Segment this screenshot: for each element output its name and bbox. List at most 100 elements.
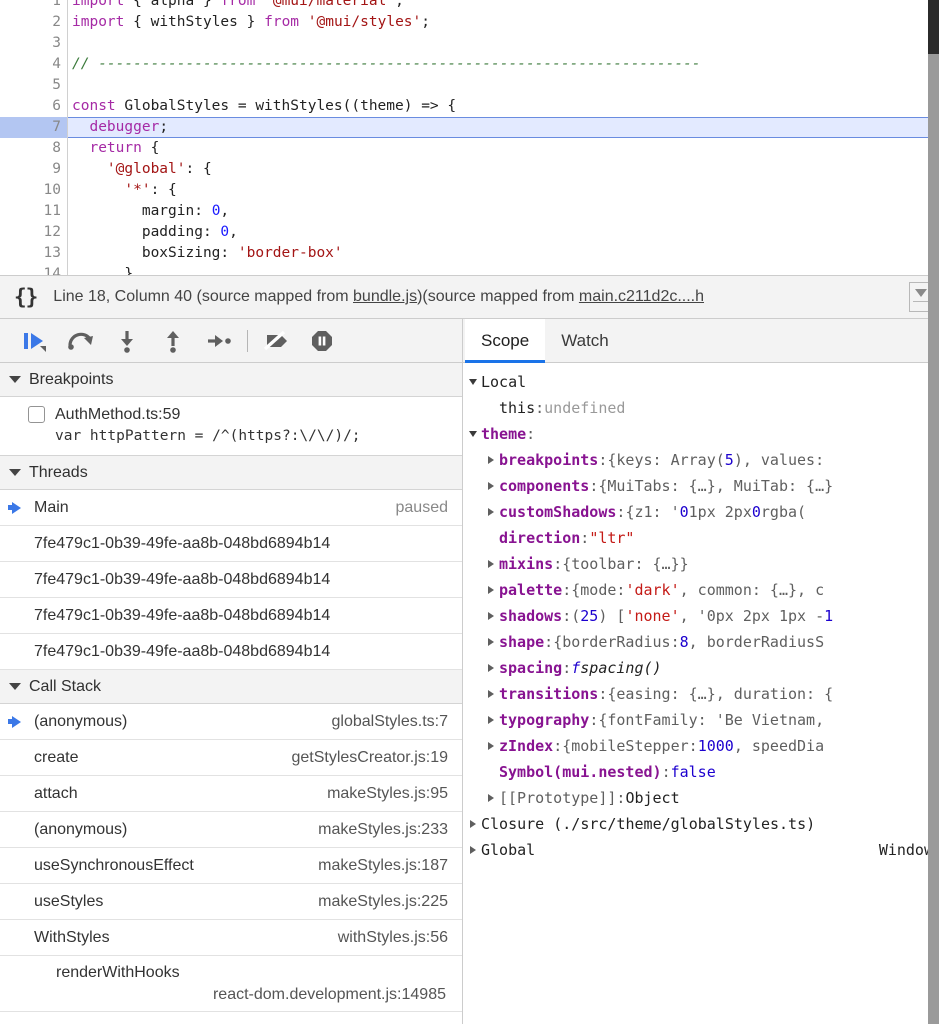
code-text[interactable]: import { alpha } from '@mui/material'; [68, 0, 928, 12]
step-button[interactable] [196, 321, 242, 361]
code-text[interactable]: const GlobalStyles = withStyles((theme) … [68, 96, 928, 117]
step-out-button[interactable] [150, 321, 196, 361]
scope-expand-toggle[interactable] [483, 456, 499, 464]
scope-expand-toggle[interactable] [483, 690, 499, 698]
line-number[interactable]: 13 [0, 243, 68, 264]
scope-expand-toggle[interactable] [483, 586, 499, 594]
line-number[interactable]: 11 [0, 201, 68, 222]
code-line[interactable]: 2 import { withStyles } from '@mui/styles… [0, 12, 928, 33]
code-line[interactable]: 4// ------------------------------------… [0, 54, 928, 75]
code-line[interactable]: 14 } [0, 264, 928, 275]
line-number[interactable]: 12 [0, 222, 68, 243]
scope-tree-row[interactable]: this: undefined [463, 395, 939, 421]
code-line[interactable]: 10 '*': { [0, 180, 928, 201]
tab-scope[interactable]: Scope [465, 319, 546, 363]
tab-watch[interactable]: Watch [545, 319, 625, 362]
thread-row[interactable]: 7fe479c1-0b39-49fe-aa8b-048bd6894b14 [0, 598, 462, 634]
scope-tree-row[interactable]: Symbol(mui.nested): false [463, 759, 939, 785]
scope-tree-row[interactable]: shadows: (25) ['none', '0px 2px 1px -1 [463, 603, 939, 629]
breakpoint-item[interactable]: AuthMethod.ts:59 var httpPattern = /^(ht… [0, 397, 462, 456]
thread-row[interactable]: 7fe479c1-0b39-49fe-aa8b-048bd6894b14 [0, 526, 462, 562]
code-line[interactable]: 7 debugger; [0, 117, 928, 138]
code-line[interactable]: 13 boxSizing: 'border-box' [0, 243, 928, 264]
line-number[interactable]: 2 [0, 12, 68, 33]
line-number[interactable]: 6 [0, 96, 68, 117]
scope-tree-row[interactable]: shape: {borderRadius: 8, borderRadiusS [463, 629, 939, 655]
scope-expand-toggle[interactable] [465, 846, 481, 854]
scope-tree-row[interactable]: zIndex: {mobileStepper: 1000, speedDia [463, 733, 939, 759]
scope-collapse-toggle[interactable] [465, 431, 481, 437]
code-scroll-area[interactable]: 1 import { alpha } from '@mui/material'; 2… [0, 0, 928, 275]
line-number[interactable]: 5 [0, 75, 68, 96]
line-number[interactable]: 3 [0, 33, 68, 54]
code-line[interactable]: 9 '@global': { [0, 159, 928, 180]
callstack-frame[interactable]: (anonymous) globalStyles.ts:7 [0, 704, 462, 740]
scope-tree-row[interactable]: Closure (./src/theme/globalStyles.ts) [463, 811, 939, 837]
breakpoints-section-header[interactable]: Breakpoints [0, 363, 462, 397]
callstack-frame[interactable]: create getStylesCreator.js:19 [0, 740, 462, 776]
code-text[interactable]: margin: 0, [68, 201, 928, 222]
callstack-frame[interactable]: useStyles makeStyles.js:225 [0, 884, 462, 920]
callstack-frame[interactable]: (anonymous) makeStyles.js:233 [0, 812, 462, 848]
code-line[interactable]: 8 return { [0, 138, 928, 159]
scope-expand-toggle[interactable] [483, 508, 499, 516]
line-number[interactable]: 8 [0, 138, 68, 159]
pretty-print-icon[interactable]: {} [14, 285, 38, 309]
scope-tree-row[interactable]: theme: [463, 421, 939, 447]
code-editor[interactable]: 1 import { alpha } from '@mui/material'; 2… [0, 0, 939, 275]
scope-tree-row[interactable]: palette: {mode: 'dark', common: {…}, c [463, 577, 939, 603]
code-text[interactable]: import { withStyles } from '@mui/styles'… [68, 12, 928, 33]
scope-expand-toggle[interactable] [483, 482, 499, 490]
scope-expand-toggle[interactable] [483, 664, 499, 672]
thread-row[interactable]: Main paused [0, 490, 462, 526]
code-text[interactable]: debugger; [68, 117, 928, 138]
scope-tree-row[interactable]: transitions: {easing: {…}, duration: { [463, 681, 939, 707]
thread-row[interactable]: 7fe479c1-0b39-49fe-aa8b-048bd6894b14 [0, 562, 462, 598]
pause-on-exceptions-button[interactable] [299, 321, 345, 361]
line-number[interactable]: 14 [0, 264, 68, 275]
callstack-section-header[interactable]: Call Stack [0, 670, 462, 704]
page-scrollbar[interactable] [928, 0, 939, 1024]
code-line[interactable]: 5 [0, 75, 928, 96]
scope-expand-toggle[interactable] [483, 794, 499, 802]
line-number[interactable]: 9 [0, 159, 68, 180]
thread-row[interactable]: 7fe479c1-0b39-49fe-aa8b-048bd6894b14 [0, 634, 462, 670]
scope-tree-row[interactable]: Local [463, 369, 939, 395]
scope-expand-toggle[interactable] [483, 742, 499, 750]
scope-tree-row[interactable]: components: {MuiTabs: {…}, MuiTab: {…} [463, 473, 939, 499]
scope-expand-toggle[interactable] [483, 638, 499, 646]
code-text[interactable]: return { [68, 138, 928, 159]
line-number[interactable]: 1 [0, 0, 68, 12]
page-scrollbar-thumb[interactable] [928, 0, 939, 54]
code-line[interactable]: 11 margin: 0, [0, 201, 928, 222]
step-over-button[interactable] [58, 321, 104, 361]
line-number[interactable]: 7 [0, 117, 68, 138]
resume-script-execution-button[interactable] [12, 321, 58, 361]
code-text[interactable]: } [68, 264, 928, 275]
step-into-button[interactable] [104, 321, 150, 361]
debugger-sidebar-scroll[interactable]: Breakpoints AuthMethod.ts:59 var httpPat… [0, 363, 462, 1024]
scope-collapse-toggle[interactable] [465, 379, 481, 385]
line-number[interactable]: 10 [0, 180, 68, 201]
code-text[interactable]: padding: 0, [68, 222, 928, 243]
scope-expand-toggle[interactable] [483, 560, 499, 568]
scope-tree-row[interactable]: mixins: {toolbar: {…}} [463, 551, 939, 577]
scope-tree-row[interactable]: direction: "ltr" [463, 525, 939, 551]
scope-expand-toggle[interactable] [483, 716, 499, 724]
breakpoint-checkbox[interactable] [28, 406, 45, 423]
scope-variables-tree[interactable]: Local this: undefined theme: breakpoints: {… [463, 363, 939, 1024]
code-text[interactable] [68, 75, 928, 96]
code-text[interactable] [68, 33, 928, 54]
scope-tree-row[interactable]: typography: {fontFamily: 'Be Vietnam, [463, 707, 939, 733]
callstack-frame[interactable]: renderWithHooks react-dom.development.js:… [0, 956, 462, 1012]
code-text[interactable]: boxSizing: 'border-box' [68, 243, 928, 264]
callstack-frame[interactable]: WithStyles withStyles.js:56 [0, 920, 462, 956]
scope-tree-row[interactable]: customShadows: {z1: ' 0 1px 2px 0 rgba( [463, 499, 939, 525]
scope-tree-row[interactable]: spacing: f spacing() [463, 655, 939, 681]
code-line[interactable]: 12 padding: 0, [0, 222, 928, 243]
deactivate-breakpoints-button[interactable] [253, 321, 299, 361]
main-bundle-link[interactable]: main.c211d2c....h [579, 288, 704, 305]
callstack-frame[interactable]: useSynchronousEffect makeStyles.js:187 [0, 848, 462, 884]
scope-expand-toggle[interactable] [465, 820, 481, 828]
code-text[interactable]: '@global': { [68, 159, 928, 180]
